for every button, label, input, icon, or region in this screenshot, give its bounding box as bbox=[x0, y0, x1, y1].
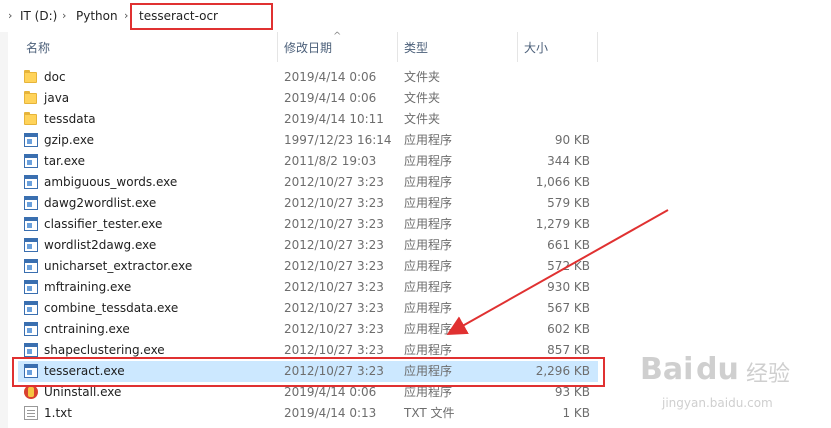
arrow-line bbox=[446, 209, 669, 335]
annotation-arrow bbox=[446, 209, 669, 335]
